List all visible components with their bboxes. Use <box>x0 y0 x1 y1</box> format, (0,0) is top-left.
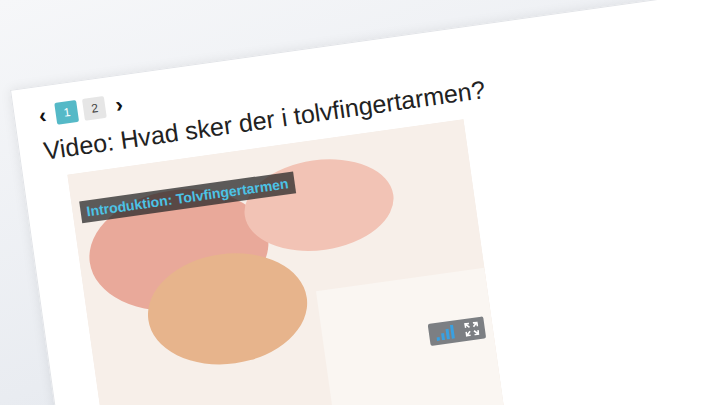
page-button[interactable]: 1 <box>55 100 80 125</box>
content-card: ‹ 12 › Video: Hvad sker der i tolvfinger… <box>10 0 720 405</box>
next-button[interactable]: › <box>110 93 128 117</box>
volume-icon[interactable] <box>434 324 458 341</box>
video-player[interactable]: Introduktion: Tolvfingertarmen <box>67 119 503 405</box>
page: ‹ 12 › Video: Hvad sker der i tolvfinger… <box>0 0 720 405</box>
prev-button[interactable]: ‹ <box>33 104 51 128</box>
video-frame <box>67 119 503 405</box>
fullscreen-icon[interactable] <box>464 321 480 337</box>
page-button[interactable]: 2 <box>82 96 107 121</box>
